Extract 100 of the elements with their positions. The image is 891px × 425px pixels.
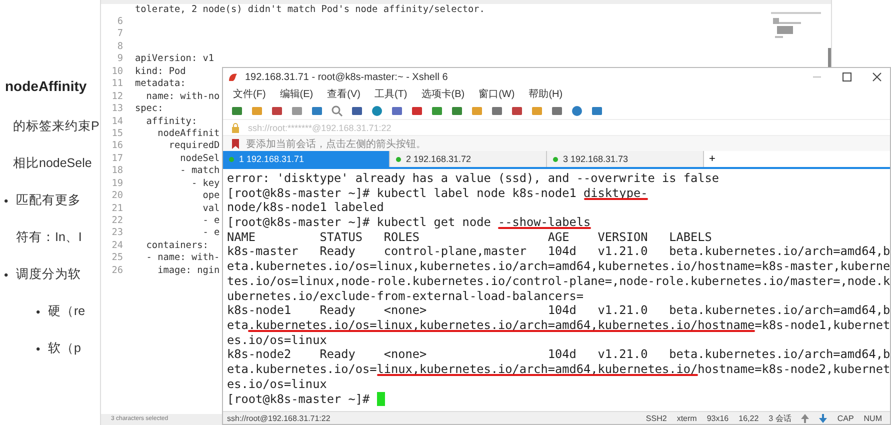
code-line: metadata: — [135, 78, 186, 91]
line-number: 7 — [116, 28, 123, 41]
app-logo-icon — [227, 71, 239, 83]
code-line: - e — [202, 227, 220, 240]
line-number: 19 — [110, 178, 123, 190]
line-number: 20 — [110, 190, 123, 203]
status-item: xterm — [676, 414, 697, 422]
line-number: 22 — [110, 215, 123, 228]
code-line: nodeSel — [179, 152, 220, 166]
slide-text: 硬（re — [48, 303, 86, 320]
session-tab[interactable]: 3 192.168.31.73 — [547, 151, 704, 167]
terminal-line: ubernetes.io/exclude-from-external-load-balancers= — [227, 288, 585, 304]
code-line: name: with-no — [145, 90, 220, 104]
info-text: 要添加当前会话，点击左侧的箭头按钮。 — [246, 138, 426, 150]
terminal-line: error: 'disktype' already has a value (ssd), and --overwrite is false — [227, 171, 720, 186]
terminal-prompt: [root@k8s-master ~]# — [227, 392, 371, 406]
key-indicator: NUM — [864, 414, 882, 422]
line-number: 18 — [110, 165, 123, 178]
terminal-line: k8s-master Ready control-plane,master 104d v1.21.0 beta.kubernetes.io/arch=amd64,b — [227, 244, 890, 260]
code-line: tolerate, 2 node(s) didn't match Pod's node affinity/selector. — [134, 4, 486, 16]
line-number: 12 — [110, 90, 123, 104]
toolbar-icon[interactable] — [551, 104, 563, 116]
slide-text: 调度分为软 — [16, 266, 81, 283]
session-tab[interactable]: 2 192.168.31.72 — [390, 151, 547, 167]
session-address: ssh://root@192.168.31.71:22 — [227, 414, 330, 422]
terminal-line: es.io/os=linux — [227, 376, 328, 392]
slide-text: 软（p — [48, 340, 81, 357]
terminal-line: k8s-node2 Ready <none> 104d v1.21.0 beta.kubernetes.io/arch=amd64,b — [227, 347, 890, 362]
toolbar-icon[interactable] — [411, 104, 423, 116]
line-number: 10 — [110, 66, 123, 78]
toolbar-icon[interactable] — [291, 104, 303, 116]
code-line: - match — [179, 165, 220, 178]
toolbar-icon[interactable] — [391, 104, 403, 116]
line-number: 9 — [116, 53, 123, 66]
toolbar-icon[interactable] — [591, 104, 603, 116]
code-line: kind: Pod — [135, 66, 186, 78]
key-indicator: CAP — [837, 414, 854, 422]
line-number: 17 — [110, 152, 123, 166]
terminal-cursor — [376, 392, 385, 406]
code-line: affinity: — [145, 116, 198, 128]
line-number: 16 — [110, 140, 123, 153]
menu-item[interactable]: 工具(T) — [374, 87, 408, 101]
line-number: 11 — [110, 78, 123, 91]
code-line: ope — [202, 190, 220, 203]
toolbar-icon[interactable] — [231, 104, 243, 116]
bullet: • — [36, 304, 42, 318]
code-line: apiVersion: v1 — [135, 53, 214, 66]
line-number: 13 — [110, 103, 123, 116]
menu-item[interactable]: 文件(F) — [233, 87, 266, 101]
toolbar-icon[interactable] — [311, 104, 323, 116]
maximize-icon[interactable] — [842, 72, 852, 82]
menu-item[interactable]: 窗口(W) — [478, 87, 515, 101]
code-line: - key — [190, 178, 220, 190]
toolbar-icon[interactable] — [351, 104, 363, 116]
code-line: spec: — [135, 103, 164, 116]
line-number: 23 — [110, 227, 123, 240]
slide-text: 相比nodeSele — [13, 155, 92, 172]
code-line: requiredD — [168, 140, 220, 153]
terminal-line: NAME STATUS ROLES AGE VERSION LABELS — [227, 230, 713, 244]
terminal-line: tes.io/os=linux,node-role.kubernetes.io/control-plane=,node-role.kubernetes.io/master=,node.k — [227, 274, 890, 288]
toolbar-icon[interactable] — [271, 104, 283, 116]
bullet: • — [36, 342, 42, 356]
toolbar-icon[interactable] — [511, 104, 523, 116]
line-number: 25 — [110, 252, 123, 265]
menu-item[interactable]: 编辑(E) — [280, 87, 314, 101]
terminal-line: es.io/os=linux — [227, 332, 328, 348]
line-number: 26 — [110, 264, 123, 278]
minimap — [771, 12, 821, 40]
session-tab[interactable]: 1 192.168.31.71 — [223, 151, 390, 167]
toolbar-icon[interactable] — [571, 104, 583, 116]
menu-item[interactable]: 查看(V) — [327, 87, 360, 101]
line-number: 14 — [110, 116, 123, 128]
line-number: 15 — [110, 128, 123, 140]
down-arrow-icon — [819, 414, 828, 422]
toolbar-icon[interactable] — [451, 104, 463, 116]
terminal-line: eta.kubernetes.io/os=linux,kubernetes.io/arch=amd64,kubernetes.io/hostname=k8s-master,kuberne — [227, 259, 890, 274]
toolbar-icon[interactable] — [491, 104, 503, 116]
code-line: val — [202, 202, 220, 215]
line-number: 24 — [110, 240, 123, 252]
lock-icon — [231, 122, 240, 132]
line-number: 21 — [110, 202, 123, 215]
code-line: - name: with- — [145, 252, 220, 265]
code-line: image: ngin — [156, 264, 220, 278]
terminal-line: [root@k8s-master ~]# kubectl label node k8s-node1 disktype- — [227, 186, 649, 200]
menu-item[interactable]: 帮助(H) — [528, 87, 563, 101]
toolbar-icon[interactable] — [371, 104, 383, 116]
code-line: nodeAffinit — [156, 128, 220, 140]
status-item: 16,22 — [738, 414, 759, 422]
terminal-line: node/k8s-node1 labeled — [227, 200, 385, 216]
close-icon[interactable] — [872, 72, 882, 82]
terminal-line: eta.kubernetes.io/os=linux,kubernetes.io/arch=amd64,kubernetes.io/hostname=k8s-node1,kubernet — [227, 318, 890, 333]
slide-text: 符有：In、I — [16, 229, 82, 246]
toolbar-icon[interactable] — [431, 104, 443, 116]
toolbar-icon[interactable] — [331, 104, 343, 116]
menu-item[interactable]: 选项卡(B) — [421, 87, 465, 101]
code-line: containers: — [145, 240, 208, 252]
slide-text: 的标签来约束P — [13, 118, 100, 135]
line-number: 8 — [116, 40, 123, 54]
line-number: 6 — [116, 16, 123, 28]
slide-text: 匹配有更多 — [16, 192, 81, 209]
